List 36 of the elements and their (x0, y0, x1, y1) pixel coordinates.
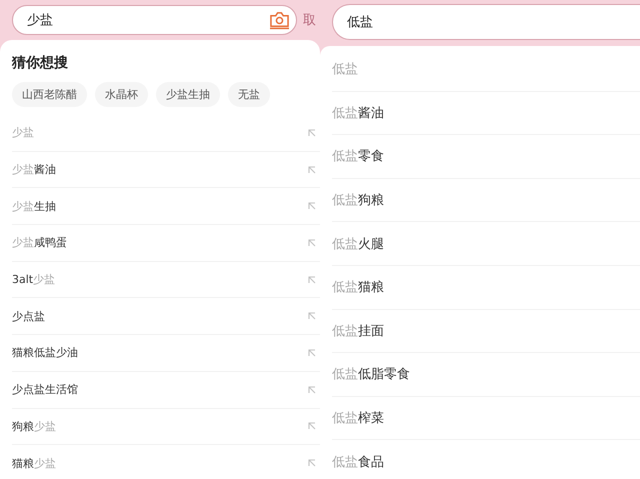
fill-arrow-icon[interactable] (308, 422, 316, 430)
camera-icon[interactable] (269, 10, 290, 30)
fill-arrow-icon[interactable] (308, 166, 316, 174)
suggestion-chip[interactable]: 无盐 (228, 82, 270, 107)
suggestion-item[interactable]: 3alt少盐 (12, 272, 308, 288)
fill-arrow-icon[interactable] (308, 276, 316, 284)
suggestion-item[interactable]: 低盐猫粮 (332, 278, 636, 296)
suggestion-item[interactable]: 低盐低脂零食 (332, 365, 636, 384)
fill-arrow-icon[interactable] (308, 459, 316, 468)
suggestion-item[interactable]: 少盐酱油 (12, 162, 308, 178)
suggestion-chip[interactable]: 山西老陈醋 (12, 82, 87, 107)
suggestion-item[interactable]: 少盐生抽 (12, 198, 308, 214)
suggestion-item[interactable]: 少点盐生活馆 (12, 382, 308, 398)
fill-arrow-icon[interactable] (308, 238, 316, 247)
fill-arrow-icon[interactable] (308, 202, 316, 210)
search-field[interactable]: 低盐 (332, 4, 640, 40)
suggestion-item[interactable]: 少点盐 (12, 308, 308, 324)
section-title: 猜你想搜 (12, 54, 69, 72)
fill-arrow-icon[interactable] (308, 348, 316, 357)
suggestion-item[interactable]: 少盐咸鸭蛋 (12, 235, 308, 250)
suggestion-item[interactable]: 猫粮少盐 (12, 456, 308, 471)
fill-arrow-icon[interactable] (308, 386, 316, 394)
suggestion-item[interactable]: 低盐酱油 (332, 104, 636, 122)
suggestion-item[interactable]: 低盐食品 (332, 452, 636, 471)
search-field[interactable]: 少盐 (12, 5, 297, 35)
fill-arrow-icon[interactable] (308, 312, 316, 320)
fill-arrow-icon[interactable] (308, 128, 316, 137)
suggestion-item[interactable]: 低盐狗粮 (332, 191, 636, 210)
suggestion-item[interactable]: 低盐榨菜 (332, 409, 636, 428)
suggestion-item[interactable]: 狗粮少盐 (12, 418, 308, 434)
suggestion-chip[interactable]: 少盐生抽 (156, 82, 220, 107)
suggestion-item[interactable]: 低盐火腿 (332, 234, 636, 253)
suggestion-chip[interactable]: 水晶杯 (95, 82, 148, 107)
suggestion-item[interactable]: 低盐挂面 (332, 322, 636, 340)
suggestion-item[interactable]: 低盐零食 (332, 147, 636, 166)
suggestion-item[interactable]: 猫粮低盐少油 (12, 345, 308, 360)
